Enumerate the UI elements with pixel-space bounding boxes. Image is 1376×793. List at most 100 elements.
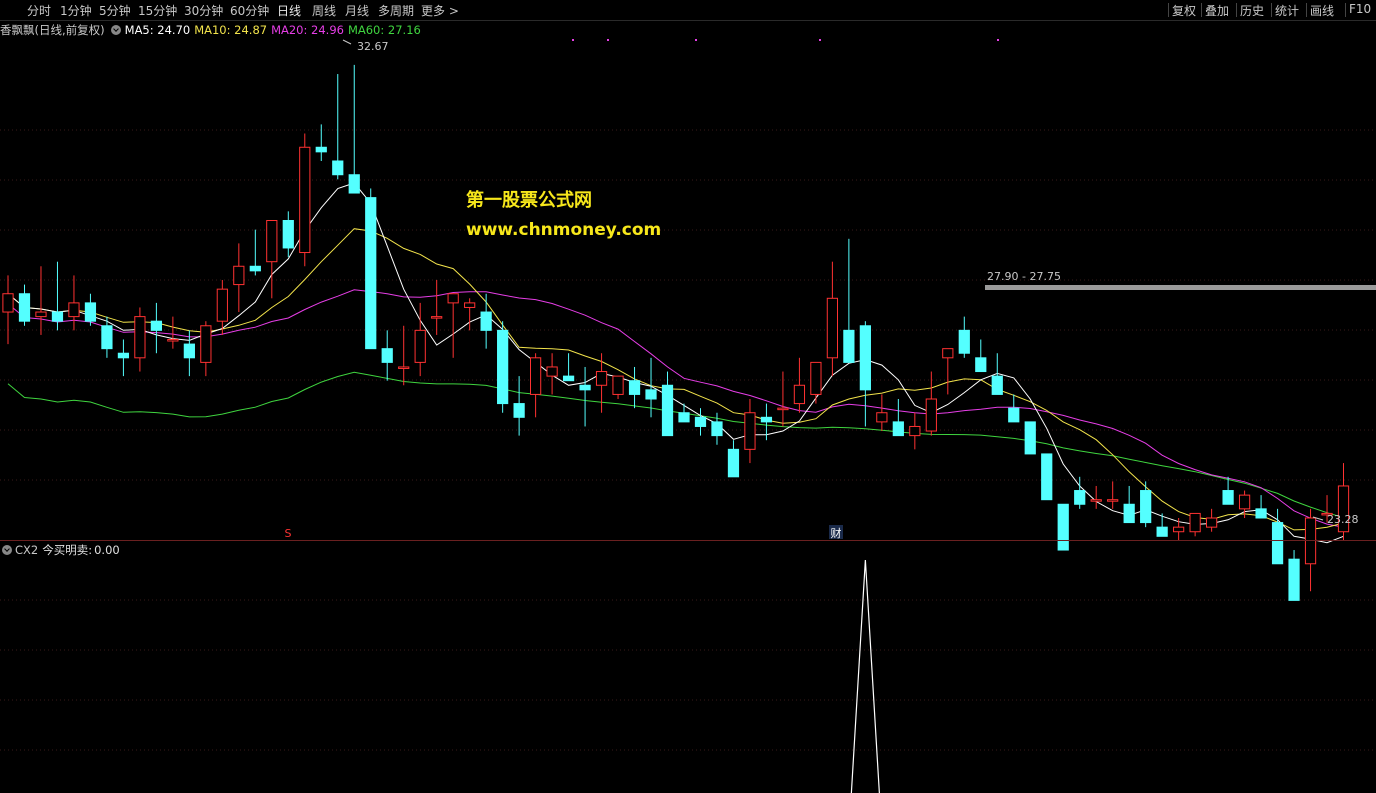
watermark-title: 第一股票公式网 [466,190,592,211]
candle-body [810,361,822,395]
candle-body [249,265,261,272]
candle-body [315,146,327,153]
candle-body [381,348,393,363]
candle-body [645,389,657,400]
panel-divider[interactable] [0,540,1376,541]
high-price-label: 32.67 [357,40,389,53]
top-event-dot [997,39,999,41]
candle-body [480,311,492,331]
candle-body [859,325,871,391]
candle-body [447,293,459,304]
candle-body [1205,517,1218,528]
candle-body [68,302,80,318]
candle-body [678,412,690,423]
signal-spike-line [850,559,880,793]
indicator-name: CX2 [15,543,39,557]
event-marker-cai: 财 [831,526,842,540]
candle-body [18,293,31,322]
candle-body [200,325,212,363]
candle-body [2,293,14,313]
candle-body [942,348,954,359]
ma10-line [7,228,1344,531]
candle-body [1107,499,1119,502]
candle-body [1288,558,1300,601]
candle-body [876,412,888,423]
candle-body [398,366,410,369]
low-price-label: 23.28 [1327,513,1359,526]
candle-body [595,371,608,386]
candle-body [1057,503,1069,551]
top-event-dot [695,39,697,41]
candle-body [167,339,179,342]
candle-body [414,329,426,363]
candle-body [1140,490,1152,524]
candle-body [711,421,723,437]
candle-body [579,384,591,391]
candle-body [1222,490,1234,505]
candle-body [348,174,360,194]
candle-body [299,146,311,254]
watermark-url: www.chnmoney.com [466,220,662,240]
sub-info-line: CX2 今买明卖: 0.00 [0,542,120,558]
candle-body [562,375,575,382]
candle-body [1156,526,1168,537]
candle-body [727,448,740,478]
signal-marker-s: S [285,527,292,540]
candle-body [1255,508,1267,519]
candle-body [892,421,904,437]
candle-body [431,316,443,319]
candle-body [332,160,344,176]
top-event-dot [819,39,821,41]
candle-body [925,398,937,432]
candle-body [1024,421,1036,455]
candle-body [909,425,921,437]
candle-body [233,265,245,286]
candle-body [826,297,839,359]
candle-body [793,384,806,405]
candle-body [991,375,1003,395]
candle-body [843,329,855,363]
indicator-series-label: 今买明卖: [42,543,93,557]
candle-body [1173,526,1185,533]
candle-body [1123,503,1135,524]
candle-body [694,416,707,427]
candle-body [1041,453,1053,501]
candle-body [266,220,278,263]
top-event-dot [572,39,574,41]
candle-body [958,329,970,354]
candle-body [1008,407,1020,423]
candle-body [1238,494,1251,510]
candle-body [497,329,509,405]
candle-body [546,366,558,377]
candle-body [134,316,146,359]
candle-body [1189,512,1201,533]
candle-body [777,407,789,411]
candle-body [464,302,476,308]
candle-body [35,311,47,318]
candle-body [513,403,525,418]
candle-body [216,288,228,322]
candle-body [975,357,987,373]
top-event-dot [607,39,609,41]
candle-body [1090,499,1102,502]
high-pointer [342,39,352,45]
candle-body [661,384,674,437]
candle-body [365,197,377,350]
candle-body [183,343,195,359]
candle-body [84,302,97,322]
candle-body [117,352,130,359]
chevron-down-icon[interactable] [2,545,12,555]
range-price-label: 27.90 - 27.75 [987,270,1061,283]
candle-body [529,357,542,395]
candle-body [282,220,294,249]
candle-body [628,380,641,395]
candle-body [51,311,64,322]
candle-body [1271,522,1284,565]
kline-chart[interactable]: 32.67 23.28 27.90 - 27.75 S 财 [0,0,1376,793]
candle-body [101,325,113,350]
candle-body [744,412,756,450]
candle-body [612,375,624,395]
candle-body [150,320,163,331]
candle-body [1074,490,1086,505]
candle-body [760,416,773,423]
